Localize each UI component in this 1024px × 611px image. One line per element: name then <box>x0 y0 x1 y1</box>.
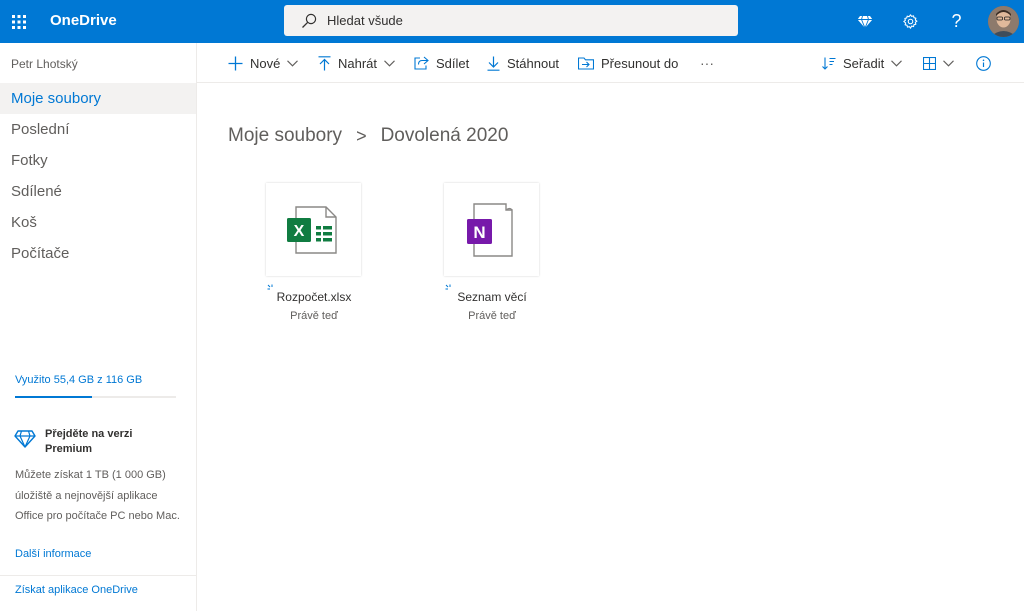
storage-quota-bar <box>15 396 176 398</box>
download-label: Stáhnout <box>507 55 560 71</box>
file-name[interactable]: Seznam věcí <box>397 290 587 304</box>
sidebar-item-photos[interactable]: Fotky <box>0 145 196 176</box>
file-tile-budget[interactable]: X Rozpočet.xlsx Právě teď <box>219 183 379 328</box>
breadcrumb-separator: > <box>356 125 367 146</box>
file-thumbnail: N <box>444 183 539 276</box>
user-name: Petr Lhotský <box>11 57 78 71</box>
onenote-icon-letter: N <box>473 223 485 242</box>
sidebar-item-recycle-bin[interactable]: Koš <box>0 207 196 238</box>
plus-icon <box>228 56 243 70</box>
search-box[interactable] <box>284 5 738 36</box>
share-button[interactable]: Sdílet <box>414 43 469 83</box>
app-header: OneDrive ? <box>0 0 1024 43</box>
gear-icon <box>903 14 918 29</box>
divider <box>0 575 196 576</box>
main-content: Moje soubory > Dovolená 2020 X Rozpočet.… <box>197 83 1024 611</box>
breadcrumb-my-files[interactable]: Moje soubory <box>228 125 342 147</box>
sidebar-item-recent[interactable]: Poslední <box>0 114 196 145</box>
excel-icon-letter: X <box>293 223 304 240</box>
excel-file-icon: X <box>286 205 337 254</box>
upload-button[interactable]: Nahrát <box>318 43 395 83</box>
sidebar-item-pcs[interactable]: Počítače <box>0 238 196 269</box>
move-to-button[interactable]: Přesunout do <box>578 43 678 83</box>
chevron-down-icon <box>287 59 299 67</box>
download-button[interactable]: Stáhnout <box>487 43 559 83</box>
breadcrumb: Moje soubory > Dovolená 2020 <box>228 125 508 147</box>
file-modified: Právě teď <box>468 310 516 322</box>
search-icon <box>302 13 317 28</box>
storage-quota-fill <box>15 396 92 398</box>
share-icon <box>414 56 429 70</box>
view-options-button[interactable] <box>923 43 954 83</box>
diamond-icon <box>14 430 36 448</box>
help-icon: ? <box>951 11 962 31</box>
avatar[interactable] <box>988 6 1019 37</box>
premium-diamond-button[interactable] <box>843 0 886 43</box>
move-to-label: Přesunout do <box>601 55 679 71</box>
diamond-icon <box>857 15 872 29</box>
more-icon: ··· <box>700 55 714 71</box>
onenote-notebook-icon: N <box>466 202 513 257</box>
sidebar-nav: Moje soubory Poslední Fotky Sdílené Koš … <box>0 83 196 269</box>
file-name[interactable]: Rozpočet.xlsx <box>219 290 409 304</box>
chevron-down-icon <box>384 59 395 67</box>
sort-label: Seřadit <box>843 55 885 71</box>
more-actions-button[interactable]: ··· <box>700 43 714 83</box>
new-button[interactable]: Nové <box>228 43 299 83</box>
sort-button[interactable]: Seřadit <box>822 43 903 83</box>
share-label: Sdílet <box>436 55 470 71</box>
premium-title: Přejděte na verzi Premium <box>45 428 133 455</box>
premium-description: Můžete získat 1 TB (1 000 GB) úložiště a… <box>15 469 180 522</box>
sidebar: Petr Lhotský Moje soubory Poslední Fotky… <box>0 43 197 611</box>
chevron-down-icon <box>891 59 903 67</box>
new-label: Nové <box>250 55 281 71</box>
sidebar-item-my-files[interactable]: Moje soubory <box>0 83 196 114</box>
more-info-link[interactable]: Další informace <box>15 548 91 560</box>
sidebar-item-shared[interactable]: Sdílené <box>0 176 196 207</box>
storage-quota-link[interactable]: Využito 55,4 GB z 116 GB <box>15 374 142 386</box>
app-name[interactable]: OneDrive <box>50 12 117 29</box>
help-button[interactable]: ? <box>935 0 978 43</box>
breadcrumb-current-folder: Dovolená 2020 <box>380 125 509 146</box>
sort-icon <box>822 57 836 70</box>
info-icon <box>976 55 991 71</box>
chevron-down-icon <box>943 59 954 67</box>
download-icon <box>487 56 500 71</box>
info-pane-button[interactable] <box>976 43 991 83</box>
search-input[interactable] <box>327 13 707 28</box>
command-bar: Nové Nahrát Sdílet Stáhnout Přesunout do <box>197 43 1024 83</box>
settings-button[interactable] <box>889 0 932 43</box>
file-tile-list[interactable]: N Seznam věcí Právě teď <box>397 183 557 328</box>
grid-view-icon <box>923 56 936 70</box>
move-to-icon <box>578 56 594 70</box>
get-app-link[interactable]: Získat aplikace OneDrive <box>15 584 138 596</box>
file-modified: Právě teď <box>290 310 338 322</box>
upload-label: Nahrát <box>338 55 378 71</box>
upload-icon <box>318 55 331 70</box>
file-thumbnail: X <box>266 183 361 276</box>
app-launcher-icon[interactable] <box>0 0 38 43</box>
